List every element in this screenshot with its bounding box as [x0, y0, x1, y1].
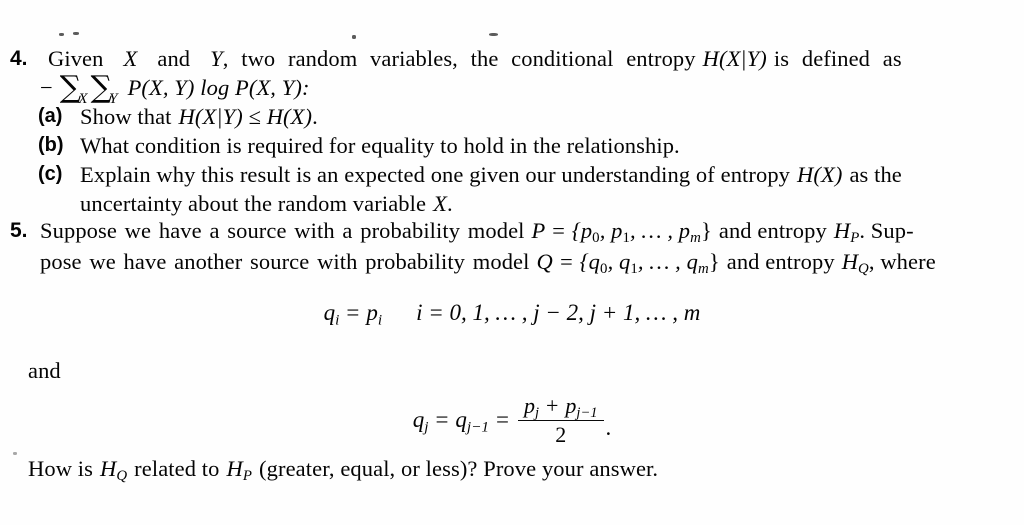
- text-prove-your-answer: (greater, equal, or less)? Prove your an…: [259, 456, 659, 481]
- period-eq2: .: [605, 414, 612, 440]
- exercise-4-subitem-c-line-1: Explain why this result is an expected o…: [80, 160, 902, 189]
- exercise-4-subitem-b: What condition is required for equality …: [80, 133, 680, 158]
- text-and: and: [157, 46, 191, 71]
- subitem-label-c: (c): [38, 163, 63, 185]
- formula-qj: qj: [412, 406, 429, 436]
- formula-index-range: i = 0, 1, … , j − 2, j + 1, … , m: [416, 300, 701, 325]
- exercise-4-subitem-a: Show that H(X|Y) ≤ H(X).: [80, 102, 318, 131]
- scan-speckle: [73, 32, 79, 35]
- text-and-entropy-2: and entropy: [726, 249, 835, 274]
- text-uncertainty: uncertainty about the random variable: [80, 191, 427, 216]
- text-is-defined-as: is defined as: [773, 46, 902, 71]
- fraction-denominator: 2: [555, 422, 567, 447]
- text-suppose-source: Suppose we have a source with a probabil…: [40, 218, 525, 243]
- text-where: , where: [868, 249, 936, 274]
- exercise-marker-5: 5.: [10, 219, 28, 242]
- exercise-4-subitem-c-line-2: uncertainty about the random variable X.: [80, 189, 453, 218]
- exercise-5-closing-question: How is HQ related to HP (greater, equal, or …: [28, 454, 659, 485]
- text-related-to: related to: [134, 456, 220, 481]
- document-page: 4. Given Xand Y, two random variables, the…: [0, 0, 1024, 525]
- formula-entropy-hx: H(X): [797, 162, 843, 187]
- formula-joint-log: P(X, Y) log P(X, Y):: [127, 75, 310, 100]
- text-pose-another-source: pose we have another source with probabi…: [40, 249, 530, 274]
- formula-conditional-entropy: H(X|Y): [702, 46, 767, 71]
- text-show-that: Show that: [80, 104, 172, 129]
- var-y: Y: [210, 46, 223, 71]
- exercise-4-lead-line-1: Given Xand Y, two random variables, the co…: [48, 44, 902, 73]
- var-x-uncertainty: X: [433, 191, 447, 216]
- formula-entropy-hp: HP: [833, 218, 860, 247]
- period-a: .: [312, 104, 318, 129]
- display-equation-qj-fraction: qj = qj−1 = pj + pj−1 2.: [0, 393, 1024, 449]
- minus-sign: −: [40, 75, 53, 100]
- period-c: .: [446, 191, 453, 216]
- subitem-label-b: (b): [38, 134, 64, 156]
- scan-speckle: [13, 452, 17, 455]
- scan-speckle: [59, 33, 64, 36]
- exercise-marker-4: 4.: [10, 47, 28, 70]
- scan-speckle: [489, 33, 498, 36]
- display-equation-qi-pi: qi = pi i = 0, 1, … , j − 2, j + 1, … , m: [0, 300, 1024, 329]
- text-as-the: as the: [849, 162, 902, 187]
- equals-2: =: [495, 406, 509, 432]
- formula-qj-minus-1: qj−1: [455, 406, 489, 436]
- formula-hq-closing: HQ: [99, 456, 128, 485]
- equals-1: =: [435, 406, 449, 432]
- formula-qi-equals-pi: qi = pi: [323, 300, 383, 329]
- fraction-numerator: pj + pj−1: [517, 393, 604, 421]
- var-x: X: [123, 46, 138, 71]
- scan-speckle: [352, 35, 356, 39]
- text-how-is: How is: [28, 456, 93, 481]
- text-sup-hyphen: . Sup-: [859, 218, 914, 243]
- text-explain-why: Explain why this result is an expected o…: [80, 162, 791, 187]
- text-given: Given: [48, 46, 104, 71]
- text-and-entropy-1: and entropy: [718, 218, 827, 243]
- fraction-average-pj: pj + pj−1 2: [517, 393, 604, 448]
- text-two-random-variables: , two random variables, the conditional …: [222, 46, 696, 71]
- formula-entropy-hq: HQ: [841, 249, 869, 278]
- subitem-label-a: (a): [38, 105, 63, 127]
- formula-p-model: P = {p0, p1, … , pm}: [531, 218, 712, 247]
- connector-and: and: [28, 358, 61, 383]
- formula-q-model: Q = {q0, q1, … , qm}: [536, 249, 720, 278]
- exercise-5-line-1: Suppose we have a source with a probabil…: [40, 216, 914, 247]
- formula-hxy-le-hx: H(X|Y) ≤ H(X): [178, 104, 313, 129]
- exercise-5-line-2: pose we have another source with probabi…: [40, 247, 936, 278]
- formula-hp-closing: HP: [226, 456, 253, 485]
